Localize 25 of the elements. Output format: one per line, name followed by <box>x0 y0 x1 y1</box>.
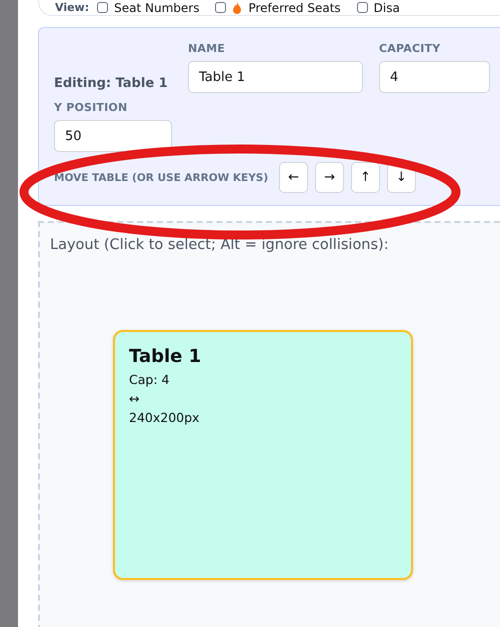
input-field[interactable]: 4 <box>379 61 490 93</box>
checkbox[interactable] <box>356 2 368 13</box>
field-label: Y POSITION <box>54 101 128 114</box>
view-label: View: <box>55 1 90 14</box>
editing-heading: Editing: Table 1 <box>54 76 169 93</box>
input-field[interactable]: Table 1 <box>188 61 363 93</box>
arrow-button[interactable]: → <box>315 162 344 193</box>
checkbox[interactable] <box>215 2 226 13</box>
checkbox-label: Disa <box>374 0 400 14</box>
checkbox-label: Preferred Seats <box>248 0 341 14</box>
arrow-button[interactable]: ← <box>279 162 308 193</box>
input-field[interactable]: 50 <box>54 120 172 152</box>
flame-icon <box>232 2 242 14</box>
table-capacity: Cap: 4 <box>129 371 170 389</box>
checkbox[interactable] <box>97 2 108 13</box>
table-size: 240x200px <box>129 409 200 427</box>
table-card[interactable]: Table 1 Cap: 4 ↔ 240x200px <box>113 330 413 580</box>
resize-glyph: ↔ <box>129 390 140 408</box>
field-label: NAME <box>188 42 226 55</box>
arrow-button[interactable]: ↑ <box>350 162 380 193</box>
field-label: CAPACITY <box>379 42 442 55</box>
table-name: Table 1 <box>129 346 202 367</box>
layout-hint: Layout (Click to select; Alt = ignore collisions): <box>50 237 390 253</box>
checkbox-label: Seat Numbers <box>114 0 200 14</box>
move-label: MOVE TABLE (OR USE ARROW KEYS) <box>54 172 268 184</box>
